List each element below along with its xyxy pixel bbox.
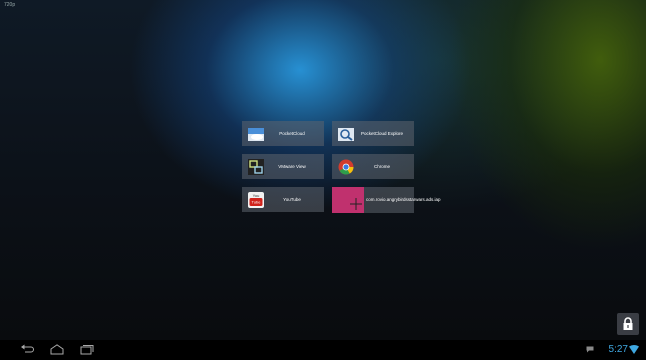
- back-icon[interactable]: [20, 344, 34, 354]
- app-tile-pocketcloud[interactable]: PocketCloud: [242, 121, 324, 146]
- app-label: PocketCloud Explore: [360, 130, 404, 136]
- app-label: com.rovio.angrybirdsstarwars.ads.iap: [366, 197, 441, 203]
- chrome-icon: [338, 159, 354, 175]
- clock: 5:27: [608, 344, 628, 355]
- resolution-label: 720p: [4, 2, 16, 8]
- chat-notification-icon: [586, 346, 594, 353]
- app-label: VMware View: [278, 163, 306, 169]
- svg-text:You: You: [253, 193, 260, 198]
- youtube-icon: You Tube: [248, 191, 264, 208]
- pocketcloud-icon: [248, 126, 264, 142]
- app-tile-angrybirds[interactable]: com.rovio.angrybirdsstarwars.ads.iap: [332, 187, 441, 213]
- recent-apps-icon[interactable]: [80, 344, 94, 355]
- app-grid: PocketCloud PocketCloud Explore VMware V…: [242, 121, 441, 213]
- app-tile-chrome[interactable]: Chrome: [332, 154, 414, 179]
- pocketcloud-explore-icon: [338, 126, 354, 142]
- navigation-bar: 5:27: [0, 340, 646, 360]
- app-label: Chrome: [373, 163, 390, 169]
- app-tile-youtube[interactable]: You Tube YouTube: [242, 187, 324, 212]
- vmware-view-icon: [248, 158, 264, 175]
- wifi-icon: [629, 345, 639, 354]
- app-label: YouTube: [283, 196, 301, 202]
- lock-button[interactable]: [617, 313, 639, 335]
- app-tile-vmware-view[interactable]: VMware View: [242, 154, 324, 179]
- home-icon[interactable]: [50, 344, 64, 355]
- lock-icon: [623, 317, 633, 330]
- svg-text:Tube: Tube: [252, 199, 262, 204]
- app-label: PocketCloud: [279, 130, 305, 136]
- add-app-icon: [332, 187, 364, 213]
- app-tile-pocketcloud-explore[interactable]: PocketCloud Explore: [332, 121, 414, 146]
